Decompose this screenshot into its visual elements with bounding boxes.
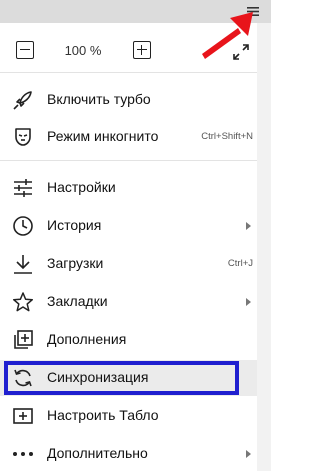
menu-item-label: История bbox=[47, 217, 102, 233]
menu-item-tableau[interactable]: Настроить Табло bbox=[0, 398, 257, 434]
menu-item-label: Дополнительно bbox=[47, 445, 148, 461]
menu-item-incognito[interactable]: Режим инкогнито Ctrl+Shift+N bbox=[0, 119, 257, 155]
hamburger-icon bbox=[247, 6, 259, 16]
submenu-arrow-icon bbox=[246, 222, 251, 230]
incognito-mask-icon bbox=[15, 128, 31, 146]
plus-icon-v bbox=[140, 45, 143, 55]
divider bbox=[0, 72, 257, 73]
menu-item-label: Режим инкогнито bbox=[47, 128, 159, 144]
menu-item-downloads[interactable]: Загрузки Ctrl+J bbox=[0, 246, 257, 282]
fullscreen-button[interactable] bbox=[232, 43, 250, 61]
extensions-icon bbox=[14, 330, 33, 349]
menu-item-extensions[interactable]: Дополнения bbox=[0, 322, 257, 358]
zoom-in-button[interactable] bbox=[133, 41, 151, 59]
menu-item-label: Включить турбо bbox=[47, 91, 151, 107]
menu-item-label: Синхронизация bbox=[47, 369, 149, 385]
submenu-arrow-icon bbox=[246, 298, 251, 306]
menu-item-shortcut: Ctrl+Shift+N bbox=[201, 131, 253, 142]
star-icon bbox=[12, 292, 34, 312]
menu-item-label: Закладки bbox=[47, 293, 108, 309]
menu-button[interactable] bbox=[243, 0, 263, 22]
zoom-level: 100 % bbox=[64, 43, 102, 58]
browser-top-bar bbox=[0, 0, 271, 23]
menu-item-label: Настройки bbox=[47, 179, 116, 195]
menu-item-settings[interactable]: Настройки bbox=[0, 170, 257, 206]
add-tile-icon bbox=[13, 408, 33, 424]
menu-item-turbo[interactable]: Включить турбо bbox=[0, 82, 257, 118]
menu-item-label: Загрузки bbox=[47, 255, 104, 271]
menu-item-label: Дополнения bbox=[47, 331, 127, 347]
menu-item-more[interactable]: Дополнительно bbox=[0, 436, 257, 471]
clock-icon bbox=[13, 216, 33, 236]
sync-icon bbox=[14, 369, 32, 387]
page-background-strip bbox=[257, 23, 271, 471]
more-dots-icon bbox=[13, 452, 33, 456]
minus-icon bbox=[20, 48, 30, 51]
rocket-icon bbox=[13, 91, 32, 110]
menu-item-label: Настроить Табло bbox=[47, 407, 159, 423]
browser-menu-screenshot: 100 % Включить турбо Режим инкогнито Ctr… bbox=[0, 0, 271, 471]
download-icon bbox=[14, 255, 32, 274]
menu-item-shortcut: Ctrl+J bbox=[227, 258, 253, 269]
divider bbox=[0, 160, 257, 161]
menu-item-sync[interactable]: Синхронизация bbox=[0, 360, 257, 396]
submenu-arrow-icon bbox=[246, 450, 251, 458]
zoom-controls: 100 % bbox=[0, 32, 257, 70]
menu-item-history[interactable]: История bbox=[0, 208, 257, 244]
zoom-out-button[interactable] bbox=[16, 41, 34, 59]
sliders-icon bbox=[14, 179, 32, 197]
menu-item-bookmarks[interactable]: Закладки bbox=[0, 284, 257, 320]
